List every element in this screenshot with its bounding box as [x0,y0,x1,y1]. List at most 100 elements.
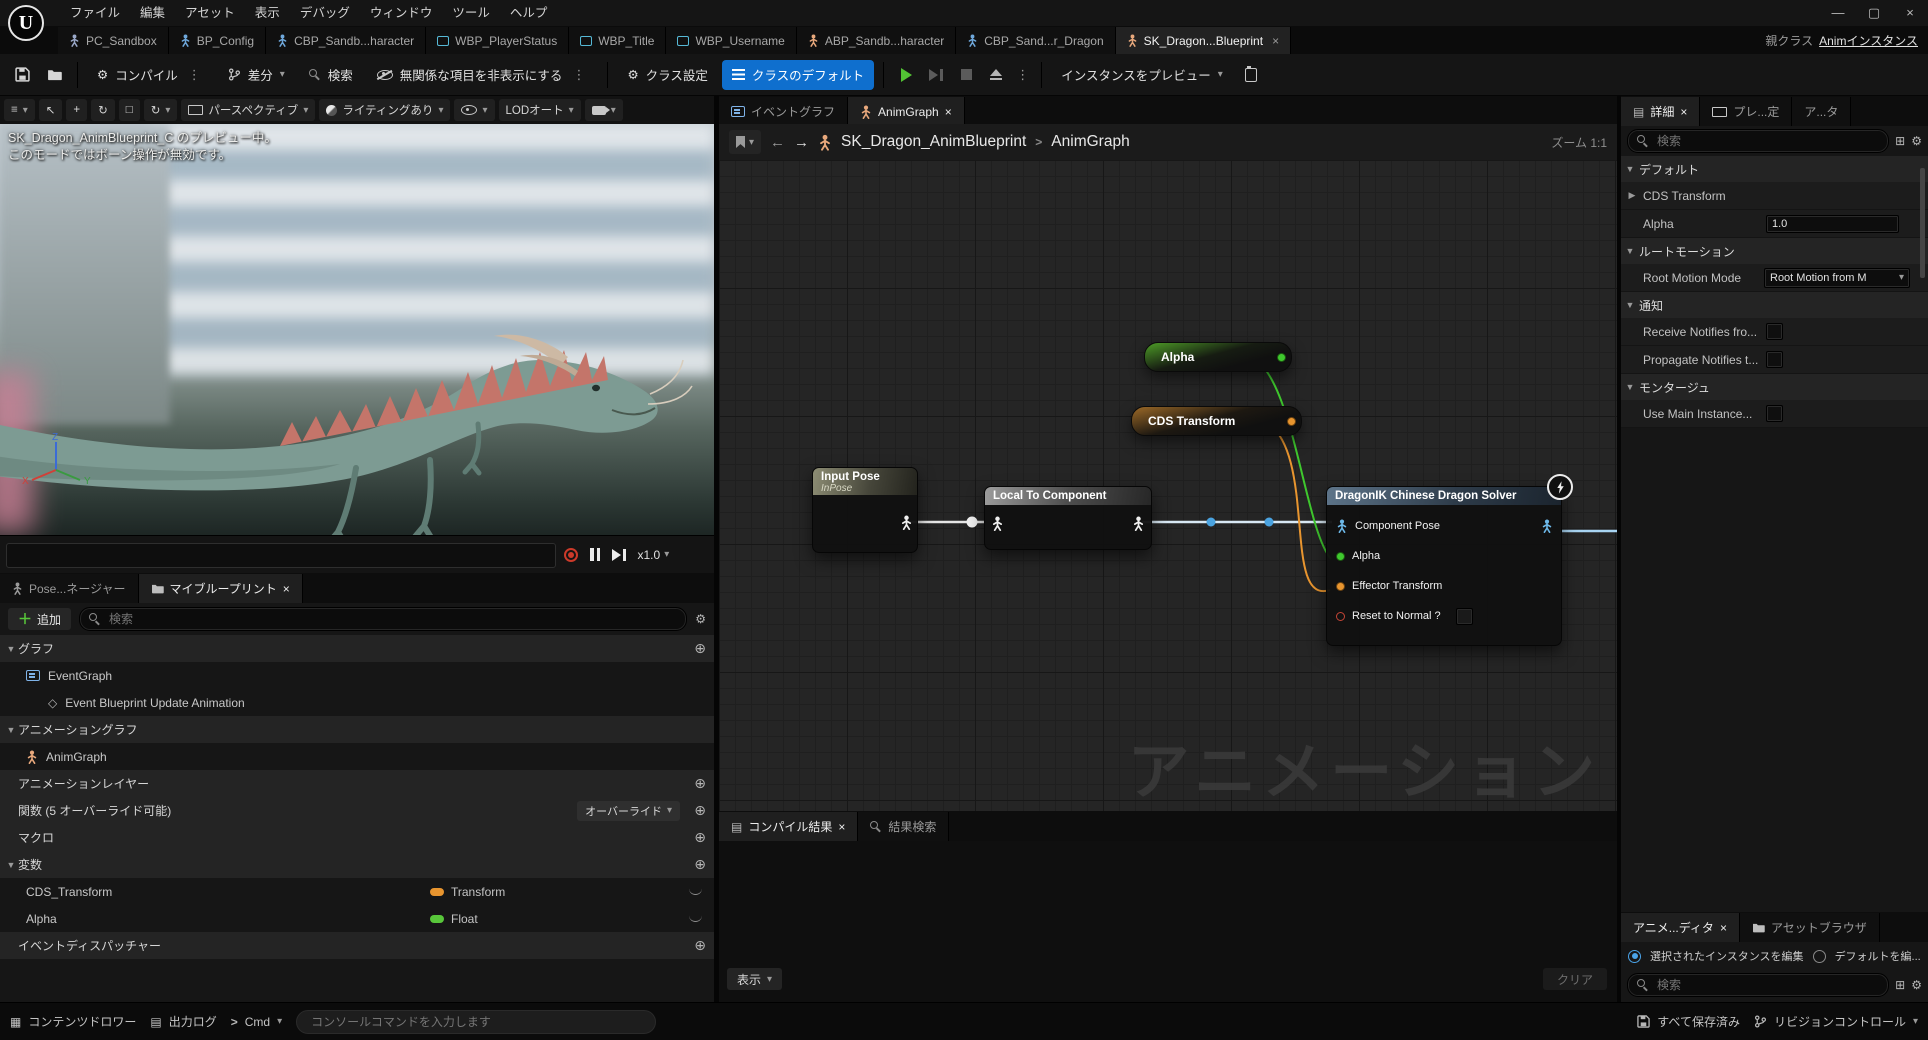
frame-skip-button[interactable] [923,62,949,88]
details-section-notifications[interactable]: ▼ 通知 [1621,292,1928,318]
save-status[interactable]: すべて保存済み [1637,1013,1740,1030]
add-button[interactable]: ＋ 追加 [8,608,71,630]
unreal-logo-icon[interactable]: U [8,5,44,41]
close-tab-icon[interactable]: × [945,105,952,119]
close-tab-icon[interactable]: × [283,582,290,596]
console-command-input[interactable] [296,1010,656,1034]
close-tab-icon[interactable]: × [1720,921,1727,935]
bookmark-dropdown[interactable]: ▾ [729,130,761,154]
tab-compile-results[interactable]: ▤ コンパイル結果 × [719,812,858,841]
scale-tool-button[interactable]: □ [119,99,140,121]
asset-tab-pc-sandbox[interactable]: PC_Sandbox [58,27,169,54]
menu-file[interactable]: ファイル [60,0,130,26]
find-button[interactable]: 検索 [299,60,363,90]
tab-asset-browser[interactable]: アセットブラウザ [1740,913,1880,942]
rotate-tool-button[interactable]: ↻ [91,99,115,121]
reset-checkbox[interactable] [1456,608,1473,625]
revision-control-button[interactable]: リビジョンコントロール ▾ [1754,1013,1918,1030]
menu-asset[interactable]: アセット [175,0,245,26]
menu-window[interactable]: ウィンドウ [360,0,443,26]
section-animation-layers[interactable]: アニメーションレイヤー ⊕ [0,770,714,797]
edit-selected-radio[interactable] [1628,950,1641,963]
pose-output-pin[interactable] [900,515,913,530]
menu-tools[interactable]: ツール [442,0,500,26]
asset-tab-sk-dragon-blueprint[interactable]: SK_Dragon...Blueprint × [1116,27,1291,54]
nav-forward-icon[interactable]: → [794,134,809,151]
tab-details[interactable]: ▤ 詳細 × [1621,97,1700,126]
details-section-montage[interactable]: ▼ モンタージュ [1621,374,1928,400]
step-forward-button[interactable] [612,549,626,561]
preview-instance-dropdown[interactable]: インスタンスをプレビュー ▾ [1051,60,1233,90]
details-scrollbar[interactable] [1920,168,1925,278]
viewport-options-button[interactable]: ≡ ▾ [4,99,35,121]
tab-asset-details[interactable]: ア...タ [1792,97,1851,126]
visibility-icon[interactable] [689,888,702,895]
timeline-scrubber[interactable] [6,543,556,568]
alpha-value-field[interactable] [1766,215,1899,233]
save-button[interactable] [8,61,36,89]
asset-tab-wbp-playerstatus[interactable]: WBP_PlayerStatus [426,27,569,54]
asset-tab-abp-character[interactable]: ABP_Sandb...haracter [797,27,956,54]
move-tool-button[interactable]: + [66,99,87,121]
add-macro-icon[interactable]: ⊕ [694,829,706,846]
asset-tab-bp-config[interactable]: BP_Config [169,27,266,54]
nav-back-icon[interactable]: ← [770,134,785,151]
add-graph-icon[interactable]: ⊕ [694,640,706,657]
eject-button[interactable] [983,62,1009,88]
pose-input-pin[interactable] [991,516,1004,531]
hide-unrelated-button[interactable]: 無関係な項目を非表示にする ⋮ [367,60,599,90]
tab-preview-settings[interactable]: プレ...定 [1700,97,1792,126]
tab-animgraph[interactable]: AnimGraph × [848,97,965,126]
tab-my-blueprint[interactable]: マイブループリント × [139,574,303,603]
show-flags-dropdown[interactable]: ▾ [454,99,494,121]
pause-button[interactable] [590,548,600,561]
bool-input-pin[interactable] [1336,612,1345,621]
breadcrumb-root[interactable]: SK_Dragon_AnimBlueprint [841,133,1026,151]
play-button[interactable] [893,62,919,88]
add-layer-icon[interactable]: ⊕ [694,775,706,792]
select-tool-button[interactable]: ↖ [39,99,63,121]
vertical-splitter-left[interactable] [714,96,719,1002]
transform-input-pin[interactable] [1336,582,1345,591]
section-functions[interactable]: 関数 (5 オーバーライド可能) オーバーライド ▾ ⊕ [0,797,714,824]
asset-tab-cbp-dragon[interactable]: CBP_Sand...r_Dragon [956,27,1115,54]
pose-output-pin[interactable] [1132,516,1145,531]
stop-button[interactable] [953,62,979,88]
override-dropdown[interactable]: オーバーライド ▾ [577,801,680,821]
minimize-icon[interactable]: — [1820,0,1856,26]
anim-tool-search[interactable] [1627,973,1889,997]
section-variables[interactable]: ▼ 変数 ⊕ [0,851,714,878]
snap-button[interactable]: ↻ ▾ [144,99,178,121]
section-animation-graphs[interactable]: ▼ アニメーショングラフ [0,716,714,743]
clear-button[interactable]: クリア [1543,968,1607,990]
receive-notifies-checkbox[interactable] [1766,323,1783,340]
details-search[interactable] [1627,129,1889,153]
expander-icon[interactable]: ▶ [1621,190,1643,201]
menu-edit[interactable]: 編集 [130,0,175,26]
variable-row-alpha[interactable]: Alpha Float [0,905,714,932]
compile-button[interactable]: ⚙ コンパイル ⋮ [87,60,214,90]
search-input[interactable] [1655,977,1879,993]
propagate-notifies-checkbox[interactable] [1766,351,1783,368]
playback-speed-dropdown[interactable]: x1.0 ▾ [638,548,670,562]
asset-tab-cbp-character[interactable]: CBP_Sandb...haracter [266,27,426,54]
menu-debug[interactable]: デバッグ [290,0,360,26]
animgraph-canvas[interactable]: Alpha CDS Transform Input Pose InPose Lo… [719,160,1617,811]
node-local-to-component[interactable]: Local To Component [984,486,1152,550]
diff-button[interactable]: 差分 ▾ [218,60,295,90]
pose-output-pin[interactable] [1541,519,1553,533]
hide-unrelated-options-icon[interactable]: ⋮ [569,67,588,83]
variable-row-cds-transform[interactable]: CDS_Transform Transform [0,878,714,905]
record-button[interactable] [564,548,578,562]
settings-icon[interactable]: ⚙ [1911,978,1922,992]
node-alpha-variable[interactable]: Alpha [1144,342,1292,372]
asset-tab-wbp-username[interactable]: WBP_Username [666,27,796,54]
camera-dropdown[interactable]: ▾ [585,99,623,121]
vertical-splitter-right[interactable] [1617,96,1621,1002]
tab-pose-watch-manager[interactable]: Pose...ネージャー [0,574,139,603]
root-motion-mode-dropdown[interactable]: Root Motion from M ▾ [1764,268,1910,288]
details-row-cds-transform[interactable]: ▶ CDS Transform [1621,182,1928,210]
node-cds-transform-variable[interactable]: CDS Transform [1131,406,1302,436]
visibility-icon[interactable] [689,915,702,922]
menu-view[interactable]: 表示 [245,0,290,26]
